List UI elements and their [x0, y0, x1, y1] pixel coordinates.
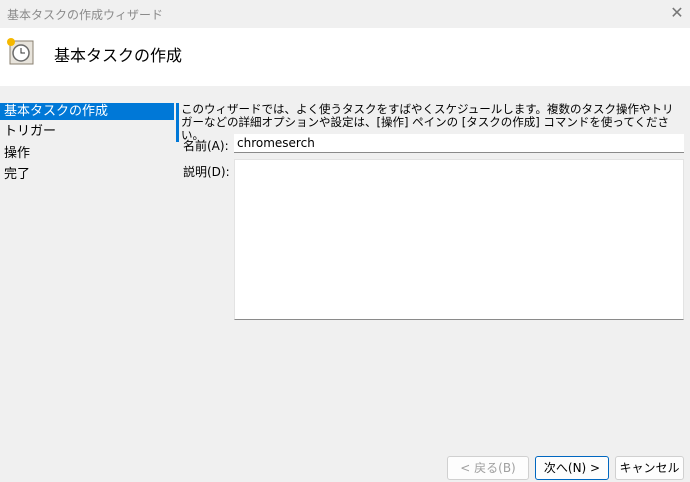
sidebar-item-finish[interactable]: 完了	[0, 166, 174, 183]
wizard-header: 基本タスクの作成	[0, 28, 690, 86]
description-label: 説明(D):	[183, 165, 230, 179]
next-button[interactable]: 次へ(N) >	[535, 456, 609, 480]
cancel-button[interactable]: キャンセル	[615, 456, 684, 480]
description-input[interactable]	[234, 159, 684, 320]
title-bar: 基本タスクの作成ウィザード ✕	[0, 0, 690, 28]
page-title: 基本タスクの作成	[54, 46, 183, 65]
sidebar-item-trigger[interactable]: トリガー	[0, 123, 174, 140]
task-clock-icon	[7, 38, 34, 65]
name-input[interactable]	[234, 134, 684, 153]
close-icon[interactable]: ✕	[668, 4, 686, 22]
sidebar-item-create-basic-task[interactable]: 基本タスクの作成	[0, 103, 174, 120]
sidebar-item-action[interactable]: 操作	[0, 145, 174, 162]
name-label: 名前(A):	[183, 139, 229, 153]
window-title: 基本タスクの作成ウィザード	[7, 8, 164, 22]
back-button[interactable]: < 戻る(B)	[447, 456, 529, 480]
